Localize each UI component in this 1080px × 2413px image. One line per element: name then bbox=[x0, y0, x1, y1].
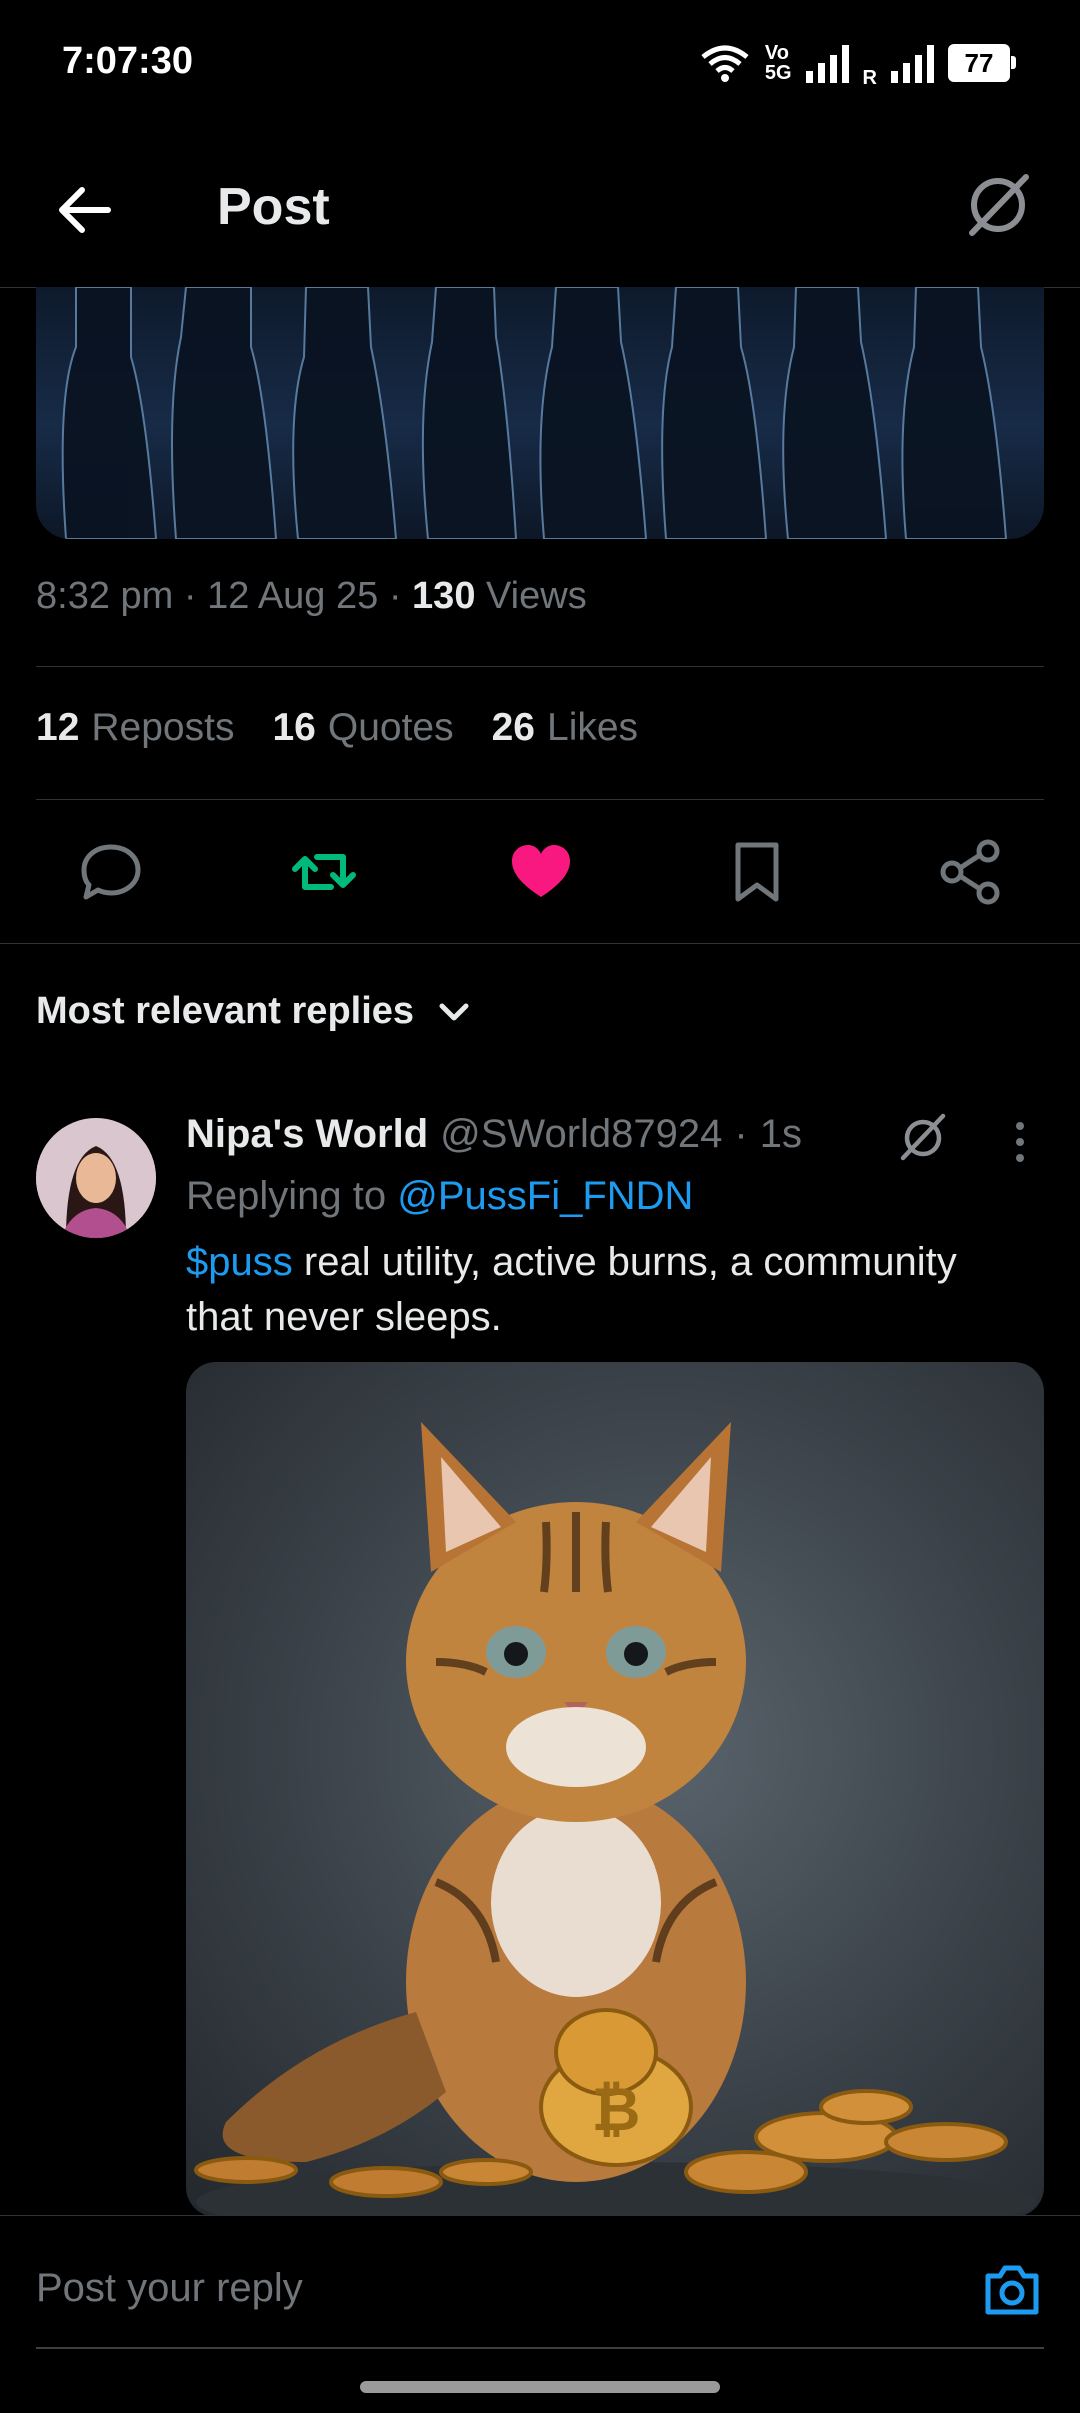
divider bbox=[0, 943, 1080, 944]
top-bar: Post bbox=[0, 125, 1080, 288]
reply-time: 1s bbox=[759, 1112, 802, 1156]
camera-icon[interactable] bbox=[980, 2258, 1044, 2322]
replying-prefix: Replying to bbox=[186, 1174, 387, 1218]
page-title: Post bbox=[217, 178, 330, 236]
more-icon[interactable] bbox=[1000, 1118, 1040, 1166]
battery-level: 77 bbox=[964, 47, 994, 78]
replying-to: Replying to @PussFi_FNDN bbox=[186, 1174, 693, 1219]
replies-sort-label: Most relevant replies bbox=[36, 990, 415, 1032]
share-icon[interactable] bbox=[936, 837, 1006, 907]
status-time: 7:07:30 bbox=[62, 40, 193, 82]
reply-body: real utility, active burns, a community … bbox=[186, 1240, 957, 1339]
reply-author-name[interactable]: Nipa's World bbox=[186, 1112, 428, 1157]
views-count: 130 bbox=[412, 575, 476, 617]
reply-compose-bar: Post your reply bbox=[0, 2215, 1080, 2413]
reply-time-separator: · bbox=[734, 1112, 748, 1156]
network-type: Vo 5G bbox=[764, 42, 792, 84]
post-image[interactable] bbox=[36, 287, 1044, 539]
status-bar: 7:07:30 Vo 5G R 77 bbox=[0, 0, 1080, 125]
post-date: 12 Aug 25 bbox=[207, 575, 379, 617]
post-time: 8:32 pm bbox=[36, 575, 174, 617]
reply-text: $puss real utility, active burns, a comm… bbox=[186, 1235, 1026, 1345]
post-actions bbox=[36, 825, 1044, 915]
chevron-down-icon bbox=[439, 1003, 469, 1020]
grok-icon[interactable] bbox=[895, 1108, 951, 1164]
input-underline bbox=[36, 2347, 1044, 2349]
reposts-stat[interactable]: 12 Reposts bbox=[36, 706, 234, 750]
cashtag-link[interactable]: $puss bbox=[186, 1240, 293, 1284]
quotes-stat[interactable]: 16 Quotes bbox=[272, 706, 453, 750]
battery-icon: 77 bbox=[948, 44, 1016, 82]
wifi-icon bbox=[701, 45, 749, 82]
svg-text:₿: ₿ bbox=[592, 2075, 641, 2145]
reply-image[interactable]: ₿ bbox=[186, 1362, 1044, 2217]
status-icons: Vo 5G R 77 bbox=[699, 38, 1016, 89]
views-label: Views bbox=[486, 575, 587, 617]
reply-icon[interactable] bbox=[76, 837, 146, 907]
cat-with-coins-image: ₿ bbox=[194, 1422, 1036, 2217]
signal-icon bbox=[805, 43, 849, 83]
post-meta: 8:32 pm · 12 Aug 25 · 130 Views bbox=[36, 575, 587, 617]
bookmark-icon[interactable] bbox=[722, 837, 792, 907]
back-arrow-icon[interactable] bbox=[50, 175, 120, 245]
heart-icon[interactable] bbox=[506, 837, 576, 907]
grok-icon[interactable] bbox=[958, 165, 1038, 245]
reply-header: Nipa's World @SWorld87924 · 1s bbox=[186, 1112, 802, 1157]
likes-stat[interactable]: 26 Likes bbox=[492, 706, 638, 750]
avatar-image bbox=[36, 1118, 156, 1238]
post-stats: 12 Reposts 16 Quotes 26 Likes bbox=[36, 706, 638, 750]
divider bbox=[36, 666, 1044, 667]
silhouettes-image bbox=[61, 287, 1008, 539]
replying-to-handle[interactable]: @PussFi_FNDN bbox=[397, 1174, 693, 1218]
reply-author-handle[interactable]: @SWorld87924 bbox=[440, 1112, 722, 1157]
divider bbox=[36, 799, 1044, 800]
replies-sort-dropdown[interactable]: Most relevant replies bbox=[36, 990, 472, 1033]
signal-icon-2 bbox=[891, 43, 934, 83]
avatar[interactable] bbox=[36, 1118, 156, 1238]
repost-icon[interactable] bbox=[289, 837, 359, 907]
reply-input[interactable]: Post your reply bbox=[36, 2266, 303, 2311]
gesture-handle[interactable] bbox=[360, 2381, 720, 2393]
roaming-label: R bbox=[862, 67, 877, 89]
